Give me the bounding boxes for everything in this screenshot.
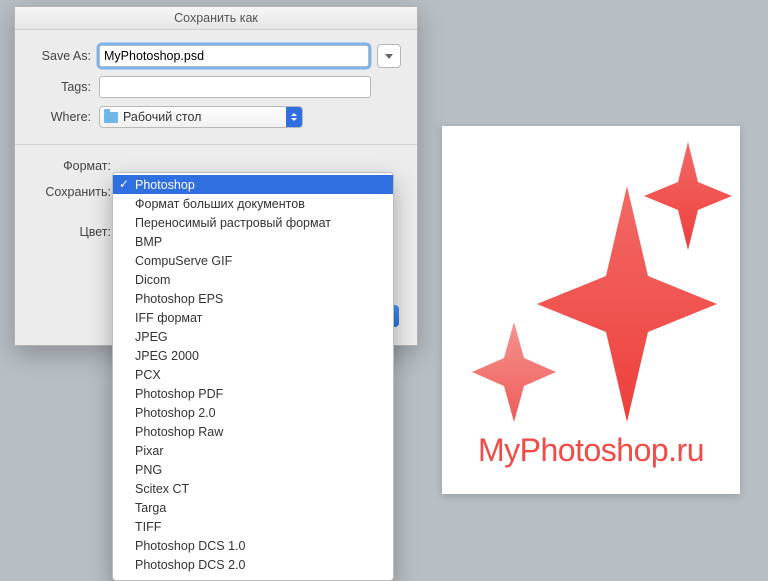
where-label: Where: bbox=[31, 110, 91, 124]
brand-card: MyPhotoshop.ru bbox=[442, 126, 740, 494]
folder-icon bbox=[104, 112, 118, 123]
format-option[interactable]: Scitex CT bbox=[113, 479, 393, 498]
tags-input[interactable] bbox=[99, 76, 371, 98]
sparkle-icon bbox=[442, 126, 740, 426]
format-option[interactable]: Photoshop DCS 1.0 bbox=[113, 536, 393, 555]
format-option[interactable]: Photoshop PDF bbox=[113, 384, 393, 403]
format-option[interactable]: BMP bbox=[113, 232, 393, 251]
format-option[interactable]: Dicom bbox=[113, 270, 393, 289]
brand-text: MyPhotoshop.ru bbox=[442, 432, 740, 469]
format-option[interactable]: Photoshop 2.0 bbox=[113, 403, 393, 422]
where-row: Where: Рабочий стол bbox=[31, 106, 401, 128]
dialog-top-section: Save As: Tags: Where: Рабочий стол bbox=[15, 30, 417, 144]
format-option[interactable]: Photoshop EPS bbox=[113, 289, 393, 308]
where-value: Рабочий стол bbox=[123, 110, 201, 124]
format-option[interactable]: CompuServe GIF bbox=[113, 251, 393, 270]
save-as-label: Save As: bbox=[31, 49, 91, 63]
format-option[interactable]: Photoshop bbox=[113, 175, 393, 194]
format-option[interactable]: Photoshop Raw bbox=[113, 422, 393, 441]
save-as-input[interactable] bbox=[99, 45, 369, 67]
format-option[interactable]: Targa bbox=[113, 498, 393, 517]
tags-row: Tags: bbox=[31, 76, 401, 98]
tags-label: Tags: bbox=[31, 80, 91, 94]
save-as-row: Save As: bbox=[31, 44, 401, 68]
chevron-down-icon bbox=[385, 54, 393, 59]
format-option[interactable]: IFF формат bbox=[113, 308, 393, 327]
save-label: Сохранить: bbox=[31, 183, 111, 199]
format-option[interactable]: Pixar bbox=[113, 441, 393, 460]
format-option[interactable]: Формат больших документов bbox=[113, 194, 393, 213]
where-stepper-icon bbox=[286, 107, 302, 127]
format-option[interactable]: PCX bbox=[113, 365, 393, 384]
color-label: Цвет: bbox=[31, 223, 111, 239]
format-option[interactable]: JPEG 2000 bbox=[113, 346, 393, 365]
format-option[interactable]: PNG bbox=[113, 460, 393, 479]
where-select[interactable]: Рабочий стол bbox=[99, 106, 303, 128]
expand-button[interactable] bbox=[377, 44, 401, 68]
dialog-title: Сохранить как bbox=[15, 7, 417, 30]
format-label: Формат: bbox=[31, 157, 111, 173]
format-option[interactable]: JPEG bbox=[113, 327, 393, 346]
format-option[interactable]: Переносимый растровый формат bbox=[113, 213, 393, 232]
format-option[interactable]: Photoshop DCS 2.0 bbox=[113, 555, 393, 574]
format-row: Формат: bbox=[31, 157, 401, 173]
